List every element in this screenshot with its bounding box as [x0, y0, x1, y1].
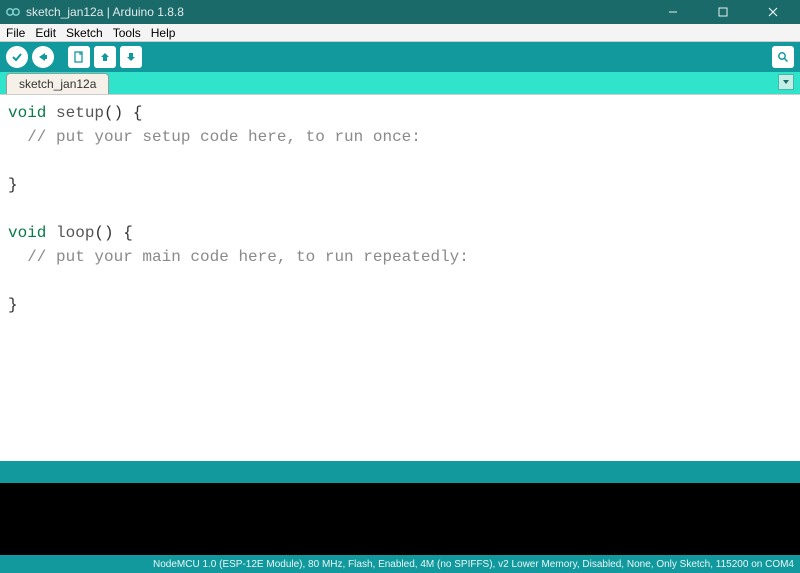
toolbar — [0, 42, 800, 72]
tab-sketch[interactable]: sketch_jan12a — [6, 73, 109, 94]
minimize-button[interactable] — [658, 0, 688, 24]
tab-strip: sketch_jan12a — [0, 72, 800, 94]
serial-monitor-button[interactable] — [772, 46, 794, 68]
menu-help[interactable]: Help — [149, 25, 178, 41]
open-button[interactable] — [94, 46, 116, 68]
maximize-button[interactable] — [708, 0, 738, 24]
status-divider — [0, 461, 800, 483]
board-status-text: NodeMCU 1.0 (ESP-12E Module), 80 MHz, Fl… — [153, 559, 794, 570]
titlebar: sketch_jan12a | Arduino 1.8.8 — [0, 0, 800, 24]
menu-edit[interactable]: Edit — [33, 25, 58, 41]
upload-button[interactable] — [32, 46, 54, 68]
menu-tools[interactable]: Tools — [111, 25, 143, 41]
menu-sketch[interactable]: Sketch — [64, 25, 105, 41]
verify-button[interactable] — [6, 46, 28, 68]
window-controls — [658, 0, 788, 24]
tab-menu-button[interactable] — [778, 74, 794, 90]
new-button[interactable] — [68, 46, 90, 68]
console-output[interactable] — [0, 483, 800, 555]
arduino-logo-icon — [6, 5, 20, 19]
code-editor[interactable]: void setup() { // put your setup code he… — [0, 94, 800, 461]
statusbar: NodeMCU 1.0 (ESP-12E Module), 80 MHz, Fl… — [0, 555, 800, 573]
window-title: sketch_jan12a | Arduino 1.8.8 — [26, 5, 658, 19]
menubar: File Edit Sketch Tools Help — [0, 24, 800, 42]
save-button[interactable] — [120, 46, 142, 68]
menu-file[interactable]: File — [4, 25, 27, 41]
close-button[interactable] — [758, 0, 788, 24]
